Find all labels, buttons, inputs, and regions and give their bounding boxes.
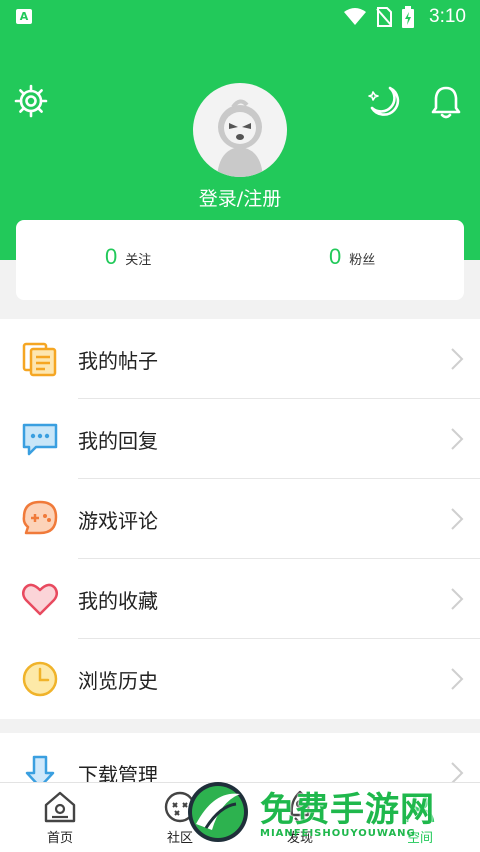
clock-icon xyxy=(22,661,58,697)
menu-item-my-posts[interactable]: 我的帖子 xyxy=(0,319,480,399)
app-notification-icon: A xyxy=(16,9,32,24)
chevron-right-icon xyxy=(451,588,464,610)
chevron-right-icon xyxy=(451,668,464,690)
posts-icon xyxy=(22,342,57,377)
game-comment-icon xyxy=(22,500,58,535)
followers-label: 粉丝 xyxy=(349,253,376,268)
nav-discover[interactable]: 发现 xyxy=(270,789,330,849)
profile-menu: 我的帖子 我的回复 游戏评论 我的收藏 浏览历史 xyxy=(0,319,480,719)
menu-item-history[interactable]: 浏览历史 xyxy=(0,639,480,719)
default-avatar-icon xyxy=(217,99,263,177)
followers-count: 0 xyxy=(329,244,342,269)
menu-item-label: 我的帖子 xyxy=(78,349,158,373)
avatar[interactable] xyxy=(193,83,287,177)
follow-card: 0 关注 0 粉丝 xyxy=(16,220,464,300)
menu-item-label: 我的收藏 xyxy=(78,589,158,613)
chevron-right-icon xyxy=(451,428,464,450)
nav-label: 空间 xyxy=(406,831,433,846)
menu-item-my-replies[interactable]: 我的回复 xyxy=(0,399,480,479)
reply-icon xyxy=(22,423,58,456)
nav-space[interactable]: 空间 xyxy=(390,789,450,849)
nav-home[interactable]: 首页 xyxy=(30,789,90,849)
bottom-nav: 首页 社区 发现 空间 xyxy=(0,782,480,852)
community-icon xyxy=(164,791,196,823)
following-label: 关注 xyxy=(125,253,152,268)
nav-community[interactable]: 社区 xyxy=(150,789,210,849)
chevron-right-icon xyxy=(451,508,464,530)
nav-label: 首页 xyxy=(46,831,73,846)
menu-item-game-comments[interactable]: 游戏评论 xyxy=(0,479,480,559)
discover-icon xyxy=(290,790,310,825)
nav-label: 社区 xyxy=(166,831,193,846)
following-count: 0 xyxy=(105,244,118,269)
chevron-right-icon xyxy=(451,348,464,370)
status-bar: A 3:10 xyxy=(0,0,480,34)
menu-item-label: 游戏评论 xyxy=(78,509,158,533)
nav-label: 发现 xyxy=(286,831,313,846)
gear-icon[interactable] xyxy=(14,84,48,118)
followers-stat[interactable]: 0 粉丝 xyxy=(329,244,375,270)
login-register-link[interactable]: 登录/注册 xyxy=(0,184,480,211)
status-icons xyxy=(344,6,414,28)
wifi-icon xyxy=(344,8,366,25)
heart-icon xyxy=(22,583,58,616)
bell-icon[interactable] xyxy=(428,84,464,120)
menu-item-label: 我的回复 xyxy=(78,429,158,453)
home-icon xyxy=(44,791,76,823)
no-sim-icon xyxy=(376,7,392,27)
status-time: 3:10 xyxy=(429,6,466,27)
moon-icon[interactable] xyxy=(366,84,402,120)
space-icon xyxy=(405,793,435,823)
menu-item-favorites[interactable]: 我的收藏 xyxy=(0,559,480,639)
following-stat[interactable]: 0 关注 xyxy=(105,244,151,270)
battery-icon xyxy=(402,6,414,28)
menu-item-label: 浏览历史 xyxy=(78,669,158,693)
